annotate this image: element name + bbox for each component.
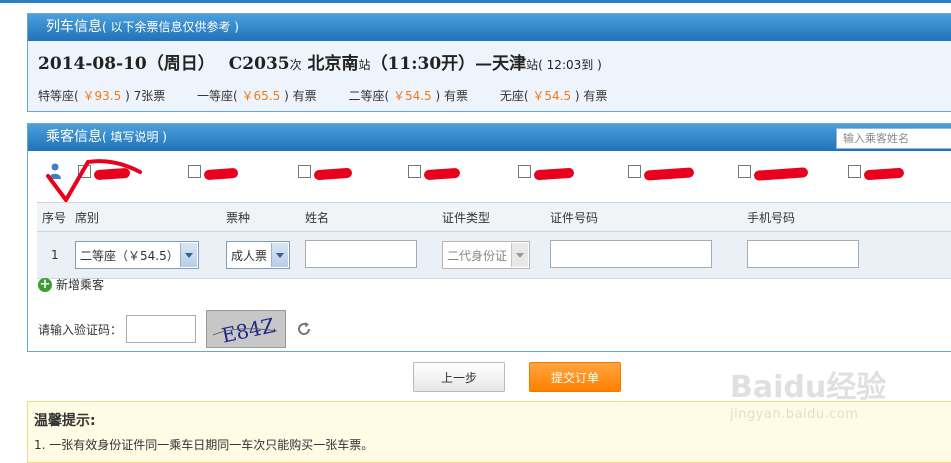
tips-line: 1. 一张有效身份证件同一乘车日期同一车次只能购买一张车票。: [34, 438, 374, 452]
fill-instructions-link[interactable]: ( 填写说明 ): [102, 130, 167, 144]
contact-checkbox-3[interactable]: [298, 164, 353, 181]
passenger-name-input[interactable]: [305, 239, 417, 268]
from-station: 北京南: [307, 54, 359, 74]
passenger-info-panel: 乘客信息( 填写说明 ) 输入乘客姓名 序号 席别 票种 姓名 证件类型 证件号…: [27, 123, 951, 352]
seat-second: 二等座( ￥54.5 ) 有票: [348, 89, 469, 103]
chevron-down-icon: [271, 243, 288, 267]
arrive-time: ( 12:03到 ): [538, 58, 602, 72]
id-type-select: 二代身份证: [442, 241, 530, 269]
redacted-name: [753, 167, 809, 181]
redacted-name: [643, 167, 695, 181]
passenger-search-input[interactable]: 输入乘客姓名: [836, 128, 951, 149]
top-accent-line: [0, 0, 951, 3]
passenger-info-title: 乘客信息: [46, 129, 102, 145]
contact-checkbox-7[interactable]: [738, 164, 809, 181]
col-ticket-type: 票种: [221, 202, 300, 232]
captcha-image[interactable]: E84Z: [206, 310, 287, 348]
plus-icon: +: [38, 276, 52, 292]
contact-checkbox-8[interactable]: [848, 164, 905, 181]
svg-text:Baidu经验: Baidu经验: [730, 370, 886, 405]
baidu-watermark: Baidu经验 jingyan.baidu.com: [730, 367, 900, 429]
col-seat-class: 席别: [70, 202, 221, 232]
col-id-number: 证件号码: [545, 202, 742, 232]
table-header-row: 序号 席别 票种 姓名 证件类型 证件号码 手机号码: [37, 202, 951, 232]
row-index: 1: [37, 231, 70, 279]
redacted-name: [203, 167, 239, 181]
captcha-row: 请输入验证码： E84Z: [38, 310, 312, 348]
refresh-icon[interactable]: [296, 321, 312, 337]
contact-checkbox-4[interactable]: [408, 164, 461, 181]
contact-list: [42, 160, 951, 182]
red-checkmark-annotation: [46, 159, 142, 204]
train-number: C2035: [228, 54, 290, 74]
seat-availability: 特等座( ￥93.5 ) 7张票 一等座( ￥65.5 ) 有票 二等座( ￥5…: [38, 87, 635, 104]
table-row: 1 二等座（￥54.5） 成人票 二代身份证: [37, 231, 951, 279]
baidu-logo: Baidu经验: [730, 370, 886, 405]
tips-title: 温馨提示:: [34, 413, 96, 429]
id-number-input[interactable]: [550, 239, 712, 268]
col-phone: 手机号码: [742, 202, 951, 232]
ticket-type-select[interactable]: 成人票: [226, 241, 290, 269]
contact-checkbox-6[interactable]: [628, 164, 695, 181]
contact-checkbox-5[interactable]: [518, 164, 575, 181]
col-name: 姓名: [300, 202, 437, 232]
seat-class-select[interactable]: 二等座（￥54.5）: [75, 241, 199, 269]
seat-first: 一等座( ￥65.5 ) 有票: [197, 89, 317, 103]
passenger-info-header: 乘客信息( 填写说明 ) 输入乘客姓名: [28, 124, 951, 151]
col-id-type: 证件类型: [437, 202, 545, 232]
redacted-name: [533, 167, 575, 181]
chevron-down-icon: [180, 243, 197, 267]
redacted-name: [313, 167, 353, 181]
train-info-header: 列车信息( 以下余票信息仅供参考 ): [28, 14, 951, 41]
add-passenger-label: 新增乘客: [56, 278, 105, 292]
captcha-input[interactable]: [126, 315, 197, 343]
depart-time: （11:30开）: [370, 54, 476, 74]
submit-order-button[interactable]: 提交订单: [529, 362, 621, 392]
train-summary: 2014-08-10（周日） C2035次 北京南站（11:30开）—天津站( 1…: [38, 54, 602, 74]
contact-checkbox-2[interactable]: [188, 164, 239, 181]
train-info-title: 列车信息: [46, 19, 102, 35]
seat-premium: 特等座( ￥93.5 ) 7张票: [38, 89, 166, 103]
add-passenger-button[interactable]: + 新增乘客: [38, 276, 104, 293]
chevron-down-icon: [511, 243, 528, 267]
watermark-url: jingyan.baidu.com: [730, 407, 859, 422]
captcha-image-text: E84Z: [212, 313, 277, 347]
weekday: （周日）: [146, 54, 215, 74]
passenger-table: 序号 席别 票种 姓名 证件类型 证件号码 手机号码 1 二等座（￥54.5） …: [37, 202, 951, 279]
seat-standing: 无座( ￥54.5 ) 有票: [499, 89, 608, 103]
train-info-note: ( 以下余票信息仅供参考 ): [102, 20, 239, 34]
previous-step-button[interactable]: 上一步: [413, 362, 505, 392]
redacted-name: [423, 167, 461, 181]
travel-date: 2014-08-10: [38, 54, 147, 74]
train-info-panel: 列车信息( 以下余票信息仅供参考 ) 2014-08-10（周日） C2035次 …: [27, 13, 951, 112]
col-index: 序号: [37, 202, 70, 232]
phone-number-input[interactable]: [747, 239, 859, 268]
redacted-name: [863, 167, 905, 181]
to-station: 天津: [492, 54, 527, 74]
captcha-label: 请输入验证码：: [38, 322, 123, 337]
